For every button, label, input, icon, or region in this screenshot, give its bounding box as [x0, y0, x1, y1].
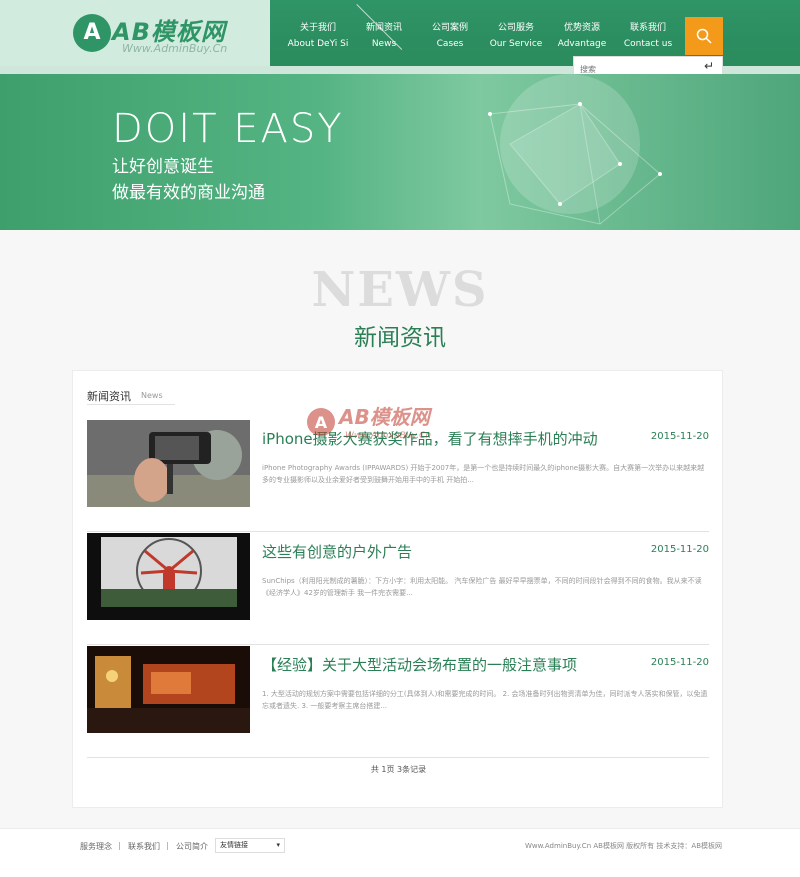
nav-item-cases[interactable]: 公司案例 Cases — [417, 0, 483, 66]
footer-link-contact[interactable]: 联系我们 — [128, 841, 160, 852]
footer-link-about[interactable]: 公司简介 — [176, 841, 208, 852]
news-title[interactable]: iPhone摄影大赛获奖作品，看了有想摔手机的冲动 — [262, 428, 598, 449]
footer-separator: | — [118, 841, 121, 850]
news-thumbnail[interactable] — [87, 646, 250, 733]
nav-label-cn: 关于我们 — [299, 23, 336, 33]
section-title-cn: 新闻资讯 — [354, 325, 446, 351]
section-title-en: NEWS — [311, 262, 489, 318]
footer-link-philosophy[interactable]: 服务理念 — [80, 841, 112, 852]
news-item[interactable]: 【经验】关于大型活动会场布置的一般注意事项 2015-11-20 1. 大型活动… — [87, 646, 709, 758]
nav-label-cn: 新闻资讯 — [365, 23, 402, 33]
polygon-graphic — [488, 74, 662, 225]
footer: 服务理念 | 联系我们 | 公司简介 友情链接 ▾ Www.AdminBuy.C… — [0, 828, 800, 877]
logo-icon: A — [73, 14, 111, 52]
banner-slogan: DOIT EASY — [112, 106, 344, 152]
nav-label-en: News — [371, 39, 397, 49]
footer-copyright: Www.AdminBuy.Cn AB模板网 版权所有 技术支持：AB模板网 — [524, 842, 722, 850]
banner-tagline-1: 让好创意诞生 — [112, 157, 214, 177]
news-item[interactable]: iPhone摄影大赛获奖作品，看了有想摔手机的冲动 2015-11-20 iPh… — [87, 420, 709, 532]
nav-label-en: Our Service — [489, 39, 543, 49]
logo-area[interactable]: A AB模板网 Www.AdminBuy.Cn — [0, 0, 270, 66]
news-date: 2015-11-20 — [650, 657, 709, 668]
search-icon — [696, 28, 712, 44]
chevron-down-icon: ▾ — [276, 841, 280, 849]
banner-tagline-2: 做最有效的商业沟通 — [112, 183, 265, 203]
footer-separator: | — [166, 841, 169, 850]
news-summary: iPhone Photography Awards (IPPAWARDS) 开始… — [262, 464, 705, 484]
news-item[interactable]: 这些有创意的户外广告 2015-11-20 SunChips（利用阳光制成的薯脆… — [87, 533, 709, 645]
nav-label-cn: 公司案例 — [431, 23, 468, 33]
news-title[interactable]: 这些有创意的户外广告 — [262, 541, 412, 562]
search-button[interactable] — [685, 17, 723, 55]
news-summary: 1. 大型活动的规划方案中需要包括详细的分工(具体到人)和需要完成的时间。 2.… — [262, 690, 708, 710]
news-panel: 新闻资讯 News iPhone摄影大赛获奖作品，看了有想摔手机的冲动 2015… — [72, 370, 723, 808]
enter-icon[interactable]: ↵ — [704, 59, 714, 73]
nav-label-cn: 公司服务 — [497, 23, 534, 33]
hero-banner: DOIT EASY 让好创意诞生 做最有效的商业沟通 — [0, 74, 800, 230]
nav-label-en: Contact us — [623, 39, 673, 49]
panel-subtitle: News — [141, 391, 163, 400]
nav-item-news[interactable]: 新闻资讯 News — [351, 0, 417, 66]
nav-item-service[interactable]: 公司服务 Our Service — [483, 0, 549, 66]
news-summary: SunChips（利用阳光制成的薯脆）：下方小字：利用太阳能。 汽车保险广告 最… — [262, 577, 702, 597]
nav-label-en: Advantage — [557, 39, 607, 49]
news-date: 2015-11-20 — [650, 544, 709, 555]
search-box: ↵ — [573, 56, 723, 79]
nav-label-cn: 优势资源 — [563, 23, 600, 33]
nav-label-en: About DeYi Si — [287, 39, 349, 49]
panel-title: 新闻资讯 — [87, 390, 131, 403]
nav-label-en: Cases — [436, 39, 464, 49]
friend-links-select[interactable]: 友情链接 ▾ — [215, 838, 285, 853]
pagination-text: 共 1页 3条记录 — [370, 765, 427, 774]
news-thumbnail[interactable] — [87, 420, 250, 507]
panel-title-underline — [87, 404, 175, 405]
news-title[interactable]: 【经验】关于大型活动会场布置的一般注意事项 — [262, 654, 577, 675]
news-date: 2015-11-20 — [650, 431, 709, 442]
news-thumbnail[interactable] — [87, 533, 250, 620]
nav-item-about[interactable]: 关于我们 About DeYi Si — [285, 0, 351, 66]
logo-subtitle: Www.AdminBuy.Cn — [122, 42, 228, 55]
select-value: 友情链接 — [220, 841, 248, 849]
nav-label-cn: 联系我们 — [629, 23, 666, 33]
